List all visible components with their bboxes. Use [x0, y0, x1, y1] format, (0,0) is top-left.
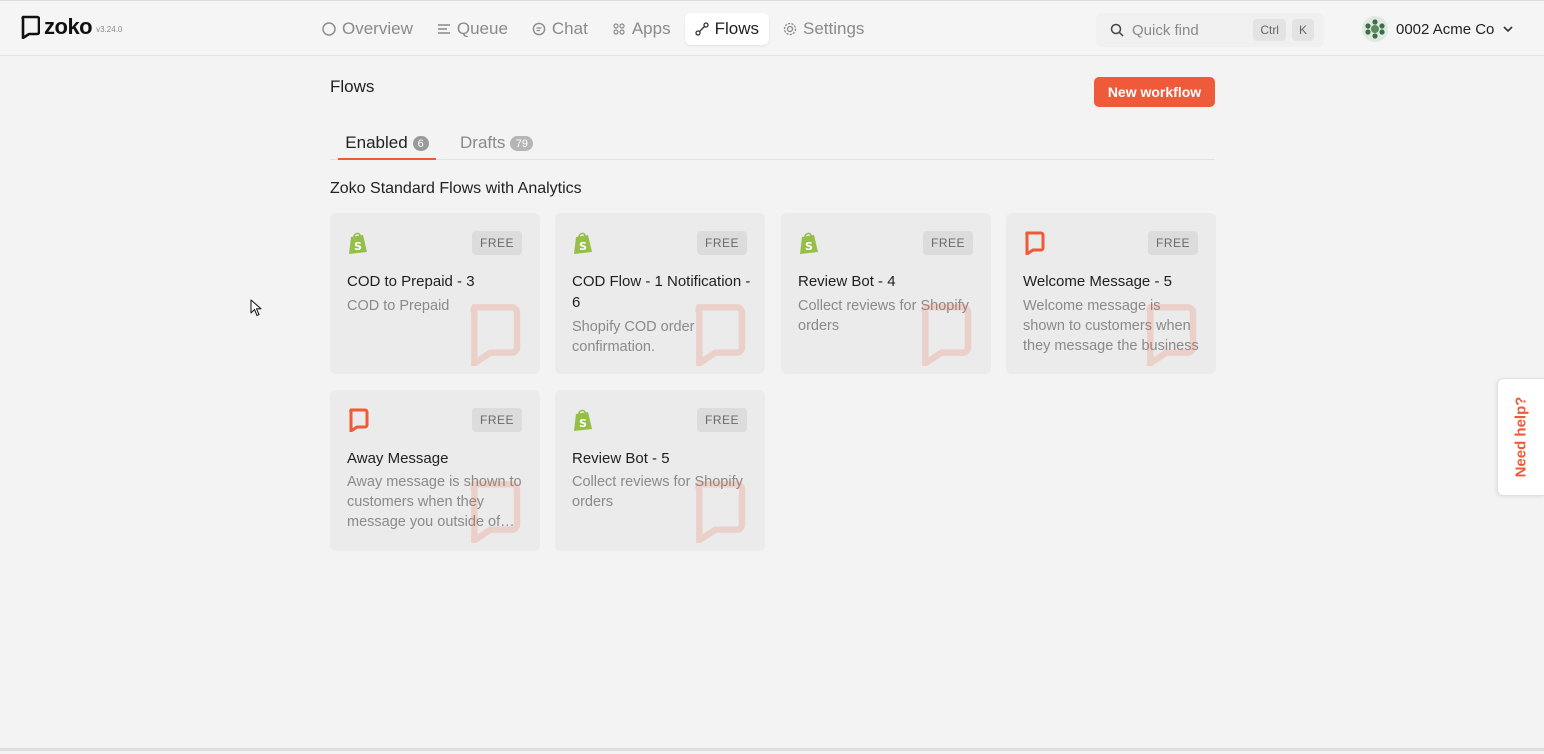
kbd-ctrl: Ctrl	[1253, 19, 1286, 41]
account-switcher[interactable]: 0002 Acme Co	[1362, 16, 1514, 42]
quick-find[interactable]: Ctrl K	[1096, 13, 1324, 47]
flow-card-cod-to-prepaid[interactable]: S FREE COD to Prepaid - 3 COD to Prepaid	[330, 213, 540, 374]
need-help-label: Need help?	[1512, 396, 1530, 478]
nav-overview[interactable]: Overview	[312, 13, 423, 45]
shopify-icon: S	[574, 409, 592, 431]
svg-text:S: S	[579, 240, 587, 253]
nav-label: Apps	[631, 19, 671, 38]
need-help-tab[interactable]: Need help?	[1497, 378, 1544, 496]
list-icon	[437, 24, 450, 34]
flow-card-review-bot-4[interactable]: S FREE Review Bot - 4 Collect reviews fo…	[781, 213, 991, 374]
free-badge: FREE	[471, 231, 522, 255]
card-title: Review Bot - 5	[572, 450, 670, 467]
app-name: zoko	[44, 14, 93, 39]
zoko-logo[interactable]: zoko v3.24.0	[20, 15, 122, 39]
flow-icon	[694, 22, 709, 36]
zoko-logo-icon	[21, 15, 40, 39]
account-logo-icon	[1365, 19, 1385, 39]
bottom-divider	[0, 748, 1544, 751]
card-title: Away Message	[347, 450, 449, 467]
nav-label: Chat	[551, 19, 588, 38]
card-title: Review Bot - 4	[798, 273, 896, 290]
zoko-icon	[349, 408, 369, 432]
search-input[interactable]	[1132, 21, 1242, 39]
nav-apps[interactable]: Apps	[602, 13, 681, 45]
tab-label: Drafts	[460, 133, 506, 152]
shopify-icon: S	[574, 232, 592, 254]
new-workflow-button[interactable]: New workflow	[1094, 77, 1215, 107]
search-icon	[1110, 23, 1124, 37]
section-title: Zoko Standard Flows with Analytics	[330, 180, 582, 197]
free-badge: FREE	[922, 231, 973, 255]
svg-text:S: S	[354, 240, 362, 253]
flow-tabs: Enabled 6 Drafts 79	[330, 128, 1215, 160]
nav-label: Queue	[456, 19, 508, 38]
mouse-cursor-icon	[250, 299, 262, 317]
nav-settings[interactable]: Settings	[773, 13, 874, 45]
flow-card-review-bot-5[interactable]: S FREE Review Bot - 5 Collect reviews fo…	[555, 390, 765, 551]
circle-icon	[322, 22, 336, 36]
chevron-down-icon	[1503, 26, 1513, 33]
top-bar: zoko v3.24.0 Overview Queue Chat Apps Fl…	[0, 0, 1544, 56]
tab-label: Enabled	[345, 133, 408, 152]
shortcut-hint: Ctrl K	[1253, 19, 1314, 41]
gear-icon	[783, 22, 797, 36]
page-title: Flows	[330, 77, 375, 96]
flow-card-away-message[interactable]: FREE Away Message Away message is shown …	[330, 390, 540, 551]
free-badge: FREE	[471, 408, 522, 432]
svg-text:S: S	[805, 240, 813, 253]
zoko-icon	[1025, 231, 1045, 255]
tab-drafts[interactable]: Drafts 79	[460, 128, 534, 160]
grid-icon	[613, 23, 625, 35]
zoko-watermark-icon	[921, 304, 972, 366]
shopify-icon: S	[800, 232, 818, 254]
flow-card-welcome-message[interactable]: FREE Welcome Message - 5 Welcome message…	[1006, 213, 1216, 374]
avatar	[1362, 16, 1388, 42]
zoko-watermark-icon	[470, 481, 521, 543]
main-nav: Overview Queue Chat Apps Flows Settings	[312, 13, 874, 45]
app-version: v3.24.0	[96, 25, 123, 34]
card-title: COD to Prepaid - 3	[347, 273, 475, 290]
shopify-icon: S	[349, 232, 367, 254]
nav-label: Flows	[714, 19, 759, 38]
kbd-k: K	[1291, 19, 1314, 41]
free-badge: FREE	[696, 231, 747, 255]
nav-flows[interactable]: Flows	[684, 13, 769, 45]
nav-chat[interactable]: Chat	[522, 13, 598, 45]
nav-label: Settings	[802, 19, 865, 38]
nav-queue[interactable]: Queue	[427, 13, 518, 45]
account-name: 0002 Acme Co	[1396, 20, 1495, 38]
zoko-watermark-icon	[695, 481, 746, 543]
chat-icon	[532, 22, 546, 36]
free-badge: FREE	[696, 408, 747, 432]
card-title: Welcome Message - 5	[1023, 273, 1172, 290]
tab-count-badge: 79	[510, 136, 534, 151]
zoko-watermark-icon	[470, 304, 521, 366]
free-badge: FREE	[1147, 231, 1198, 255]
zoko-watermark-icon	[695, 304, 746, 366]
tab-enabled[interactable]: Enabled 6	[338, 128, 436, 160]
zoko-watermark-icon	[1146, 304, 1197, 366]
svg-text:S: S	[579, 417, 587, 430]
nav-label: Overview	[342, 19, 413, 38]
flow-card-cod-flow[interactable]: S FREE COD Flow - 1 Notification - 6 Sho…	[555, 213, 765, 374]
tab-count-badge: 6	[412, 136, 429, 151]
